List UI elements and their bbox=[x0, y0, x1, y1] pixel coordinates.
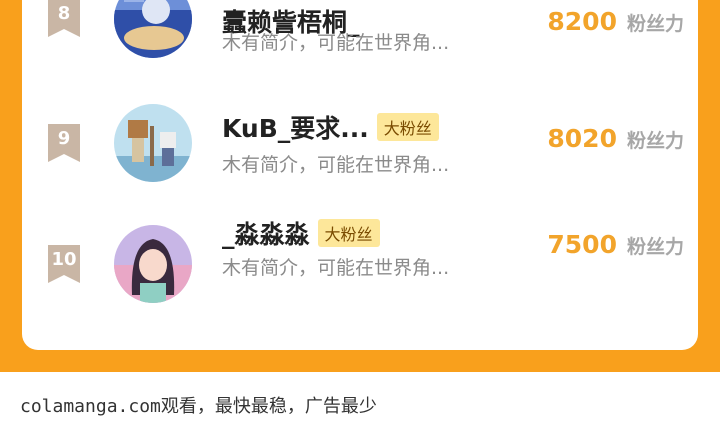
score-unit: 粉丝力 bbox=[626, 236, 684, 258]
bio-text: 木有简介，可能在世界角... bbox=[222, 154, 450, 176]
score-value: 7500 bbox=[547, 230, 617, 259]
rank-badge: 8 bbox=[48, 0, 80, 37]
avatar-anime-girl-icon bbox=[114, 225, 192, 303]
score: 7500 粉丝力 bbox=[547, 230, 684, 259]
avatar-block-characters-icon bbox=[114, 104, 192, 182]
footer-watermark-text: colamanga.com观看，最快最稳，广告最少 bbox=[20, 396, 377, 417]
score: 8200 粉丝力 bbox=[547, 7, 684, 36]
name-line: _淼淼淼 大粉丝 bbox=[222, 216, 380, 250]
list-item[interactable]: 10 _淼淼淼 大粉丝 木有简介，可能在世界角... 7500 粉丝力 bbox=[22, 214, 698, 324]
score-unit: 粉丝力 bbox=[626, 13, 684, 35]
bio-text: 木有简介，可能在世界角... bbox=[222, 257, 450, 279]
list-item[interactable]: 9 KuB_要求... 大粉丝 木有简介，可能在世界角... 8020 粉丝力 bbox=[22, 92, 698, 202]
leaderboard-card: 8 蠹赖訾梧桐_ 木有简介，可能在世界角... 8200 粉丝力 9 KuB_要… bbox=[22, 0, 698, 350]
username[interactable]: KuB_要求... bbox=[222, 109, 369, 145]
rank-badge: 9 bbox=[48, 124, 80, 162]
score-value: 8020 bbox=[547, 124, 617, 153]
rank-number: 10 bbox=[51, 249, 77, 270]
name-line: KuB_要求... 大粉丝 bbox=[222, 110, 439, 144]
score-unit: 粉丝力 bbox=[626, 130, 684, 152]
avatar[interactable] bbox=[114, 104, 192, 182]
fan-level-badge: 大粉丝 bbox=[317, 219, 380, 247]
fan-level-badge: 大粉丝 bbox=[376, 113, 439, 141]
list-item[interactable]: 8 蠹赖訾梧桐_ 木有简介，可能在世界角... 8200 粉丝力 bbox=[22, 0, 698, 90]
avatar-blue-ocean-icon bbox=[114, 0, 192, 58]
avatar[interactable] bbox=[114, 225, 192, 303]
avatar[interactable] bbox=[114, 0, 192, 58]
score: 8020 粉丝力 bbox=[547, 124, 684, 153]
score-value: 8200 bbox=[547, 7, 617, 36]
rank-badge: 10 bbox=[48, 245, 80, 283]
rank-number: 9 bbox=[57, 128, 71, 149]
username[interactable]: _淼淼淼 bbox=[222, 215, 310, 251]
bio-text: 木有简介，可能在世界角... bbox=[222, 32, 450, 54]
rank-number: 8 bbox=[57, 3, 71, 24]
